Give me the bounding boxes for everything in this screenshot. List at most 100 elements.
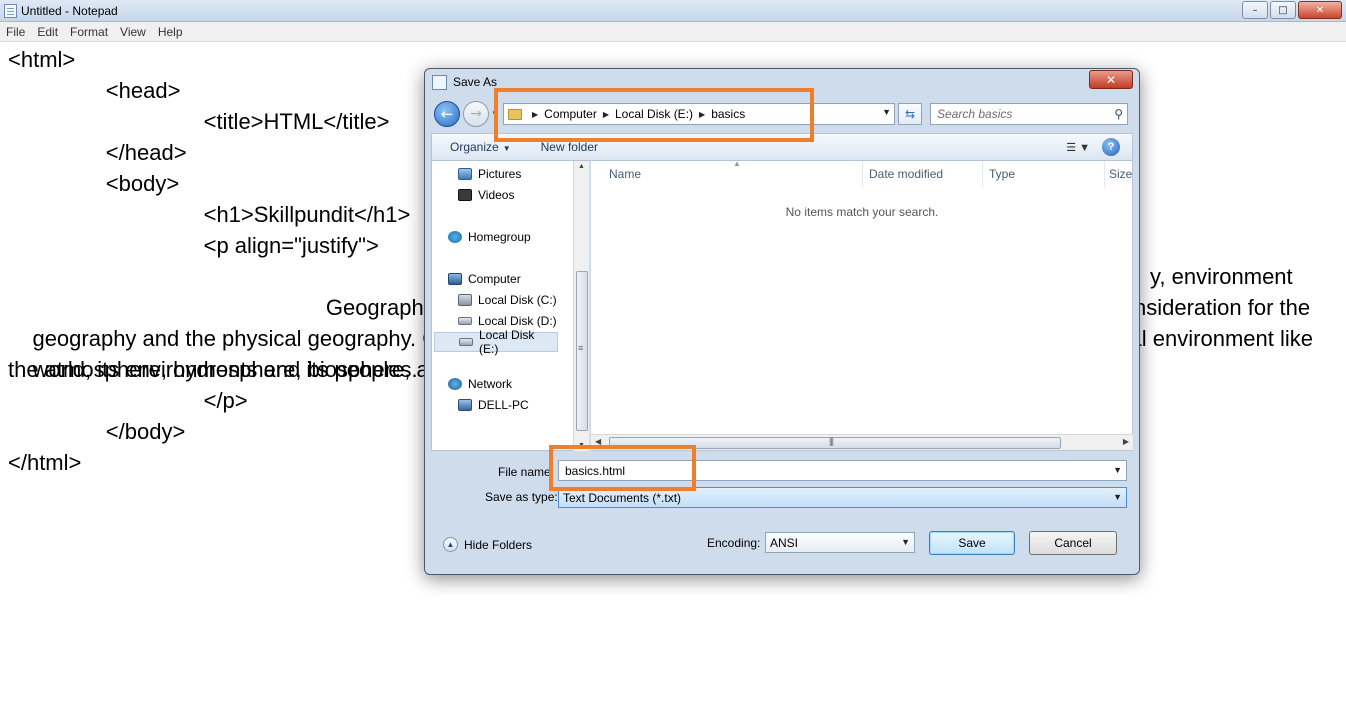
column-header-name[interactable]: Name — [591, 161, 863, 187]
nav-item-label: Videos — [478, 188, 515, 202]
text-fragment: nsideration for the — [1134, 295, 1311, 320]
chevron-down-icon[interactable]: ▼ — [901, 537, 910, 547]
scroll-down-icon[interactable]: ▼ — [578, 442, 585, 449]
column-header-type[interactable]: Type — [983, 161, 1105, 187]
window-controls: – □ ✕ — [1242, 1, 1342, 19]
disk-icon — [458, 294, 472, 306]
forward-button[interactable]: → — [463, 101, 489, 127]
file-name-label: File name: — [498, 465, 555, 479]
recent-locations-dropdown[interactable]: ▼ — [491, 109, 499, 118]
back-button[interactable]: ← — [434, 101, 460, 127]
view-options-icon[interactable]: ☰ ▼ — [1066, 141, 1090, 154]
save-as-dialog: Save As ✕ ← → ▼ ▶ Computer ▶ Local Disk … — [424, 68, 1140, 575]
encoding-value: ANSI — [770, 535, 799, 550]
save-as-type-select[interactable]: Text Documents (*.txt) ▼ — [558, 487, 1127, 508]
scroll-left-icon[interactable]: ◀ — [595, 437, 601, 446]
nav-item-label: Local Disk (C:) — [478, 293, 557, 307]
scroll-right-icon[interactable]: ▶ — [1123, 437, 1129, 446]
save-button[interactable]: Save — [929, 531, 1015, 555]
nav-pane-scrollbar[interactable]: ▲ ≡ ▼ — [573, 161, 589, 451]
nav-item-computer[interactable]: Computer — [448, 270, 521, 288]
disk-icon — [459, 338, 473, 346]
address-dropdown-icon[interactable]: ▼ — [882, 107, 891, 117]
maximize-button[interactable]: □ — [1270, 1, 1296, 19]
menu-help[interactable]: Help — [158, 25, 183, 39]
dialog-toolbar: Organize ▼ New folder ☰ ▼ ? — [431, 133, 1133, 161]
new-folder-button[interactable]: New folder — [541, 140, 598, 154]
computer-icon — [448, 273, 462, 285]
nav-item-label: DELL-PC — [478, 398, 529, 412]
navigation-pane[interactable]: Pictures Videos Homegroup Computer Local… — [431, 161, 589, 451]
nav-item-label: Homegroup — [468, 230, 531, 244]
breadcrumb-separator-icon[interactable]: ▶ — [603, 110, 609, 119]
chevron-down-icon[interactable]: ▼ — [1113, 492, 1122, 502]
nav-item-local-disk-c[interactable]: Local Disk (C:) — [458, 291, 557, 309]
hide-folders-label: Hide Folders — [464, 537, 533, 552]
breadcrumb-basics[interactable]: basics — [711, 107, 745, 121]
nav-item-dell-pc[interactable]: DELL-PC — [458, 396, 529, 414]
cancel-button[interactable]: Cancel — [1029, 531, 1117, 555]
dialog-icon — [432, 75, 447, 90]
save-as-type-label: Save as type: — [485, 490, 558, 504]
chevron-down-icon[interactable]: ▼ — [1113, 465, 1122, 475]
notepad-window-title: Untitled - Notepad — [21, 4, 118, 18]
text-fragment: y, environment — [1150, 264, 1293, 289]
breadcrumb-local-disk-e[interactable]: Local Disk (E:) — [615, 107, 693, 121]
file-name-combobox[interactable]: ▼ — [558, 460, 1127, 481]
videos-icon — [458, 189, 472, 201]
dialog-close-button[interactable]: ✕ — [1089, 70, 1133, 89]
file-name-input[interactable] — [559, 461, 1089, 480]
nav-item-label: Local Disk (E:) — [479, 328, 535, 356]
encoding-label: Encoding: — [707, 536, 761, 550]
file-list-pane[interactable]: ▲ Name Date modified Type Size No items … — [591, 159, 1133, 451]
nav-item-homegroup[interactable]: Homegroup — [448, 228, 531, 246]
nav-item-videos[interactable]: Videos — [458, 186, 514, 204]
menu-view[interactable]: View — [120, 25, 146, 39]
notepad-title-bar[interactable]: Untitled - Notepad – □ ✕ — [0, 0, 1346, 22]
hide-folders-button[interactable]: ▲ Hide Folders — [443, 537, 532, 552]
pc-icon — [458, 399, 472, 411]
nav-item-label: Network — [468, 377, 513, 391]
scroll-thumb[interactable] — [609, 437, 1061, 449]
address-bar[interactable]: ▶ Computer ▶ Local Disk (E:) ▶ basics ▼ — [503, 103, 895, 125]
breadcrumb-separator-icon[interactable]: ▶ — [532, 110, 538, 119]
column-header-date-modified[interactable]: Date modified — [863, 161, 983, 187]
horizontal-scrollbar[interactable]: ◀ ||| ▶ — [591, 434, 1133, 450]
nav-item-label: Pictures — [478, 167, 522, 181]
column-header-size[interactable]: Size — [1105, 161, 1133, 187]
search-input[interactable] — [931, 104, 1101, 124]
nav-item-pictures[interactable]: Pictures — [458, 165, 521, 183]
menu-format[interactable]: Format — [70, 25, 108, 39]
network-icon — [448, 378, 462, 390]
disk-icon — [458, 317, 472, 325]
breadcrumb-computer[interactable]: Computer — [544, 107, 597, 121]
chevron-up-icon: ▲ — [443, 537, 458, 552]
organize-button[interactable]: Organize ▼ — [450, 140, 511, 154]
notepad-icon — [4, 4, 17, 18]
breadcrumb-separator-icon[interactable]: ▶ — [699, 110, 705, 119]
nav-item-network[interactable]: Network — [448, 375, 512, 393]
help-icon[interactable]: ? — [1102, 138, 1120, 156]
text-fragment: ural environment like — [1110, 326, 1313, 351]
dialog-title: Save As — [453, 75, 498, 89]
menu-file[interactable]: File — [6, 25, 25, 39]
organize-label: Organize — [450, 140, 499, 154]
scroll-grip-icon: ≡ — [578, 343, 584, 353]
search-box[interactable]: ⚲ — [930, 103, 1128, 125]
folder-icon — [508, 108, 522, 120]
empty-message: No items match your search. — [785, 205, 939, 219]
scroll-up-icon[interactable]: ▲ — [578, 163, 585, 170]
close-button[interactable]: ✕ — [1298, 1, 1342, 19]
minimize-button[interactable]: – — [1242, 1, 1268, 19]
encoding-select[interactable]: ANSI ▼ — [765, 532, 915, 553]
search-icon[interactable]: ⚲ — [1114, 107, 1123, 121]
text-fragment: world, its environments and its peoples.… — [32, 357, 462, 382]
scroll-grip-icon: ||| — [829, 436, 834, 446]
refresh-button[interactable]: ⇆ — [898, 103, 922, 125]
nav-item-label: Computer — [468, 272, 521, 286]
save-as-type-value: Text Documents (*.txt) — [563, 490, 682, 505]
pictures-icon — [458, 168, 472, 180]
chevron-down-icon: ▼ — [502, 144, 511, 153]
menu-edit[interactable]: Edit — [37, 25, 58, 39]
nav-item-local-disk-e[interactable]: Local Disk (E:) — [434, 328, 558, 356]
